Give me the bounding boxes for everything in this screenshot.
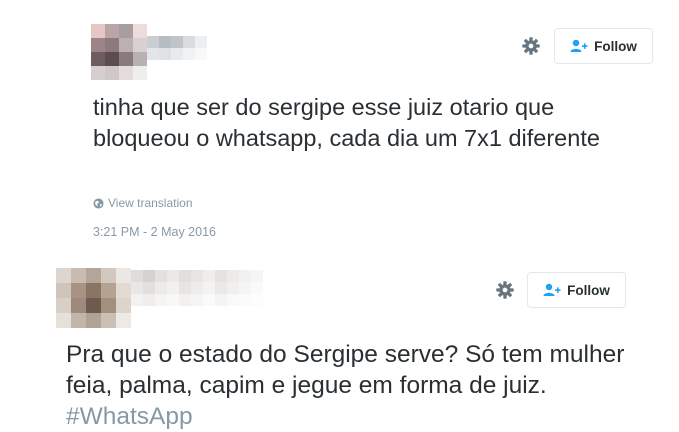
follow-button[interactable]: Follow: [554, 28, 653, 64]
tweet-1: Follow tinha que ser do sergipe esse jui…: [0, 0, 679, 262]
globe-icon: [93, 197, 104, 209]
gear-icon[interactable]: [520, 35, 542, 57]
gear-icon[interactable]: [494, 279, 516, 301]
follow-person-icon: [543, 283, 561, 297]
follow-button[interactable]: Follow: [527, 272, 626, 308]
follow-label: Follow: [594, 38, 637, 54]
tweet-timestamp[interactable]: 3:21 PM - 2 May 2016: [93, 225, 216, 239]
avatar-pixelated[interactable]: [56, 268, 131, 328]
tweet-text: tinha que ser do sergipe esse juiz otari…: [93, 94, 600, 151]
hashtag-link[interactable]: #WhatsApp: [66, 403, 193, 430]
username-pixelated[interactable]: [131, 270, 263, 306]
view-translation-label: View translation: [108, 196, 193, 210]
follow-person-icon: [570, 39, 588, 53]
follow-label: Follow: [567, 282, 610, 298]
avatar-pixelated[interactable]: [91, 24, 147, 80]
username-pixelated[interactable]: [147, 36, 207, 60]
tweet-2: Follow Pra que o estado do Sergipe serve…: [0, 262, 679, 430]
view-translation-link[interactable]: View translation: [93, 196, 193, 210]
tweet-text-body: Pra que o estado do Sergipe serve? Só te…: [66, 341, 625, 399]
tweet-text: Pra que o estado do Sergipe serve? Só te…: [66, 339, 666, 432]
